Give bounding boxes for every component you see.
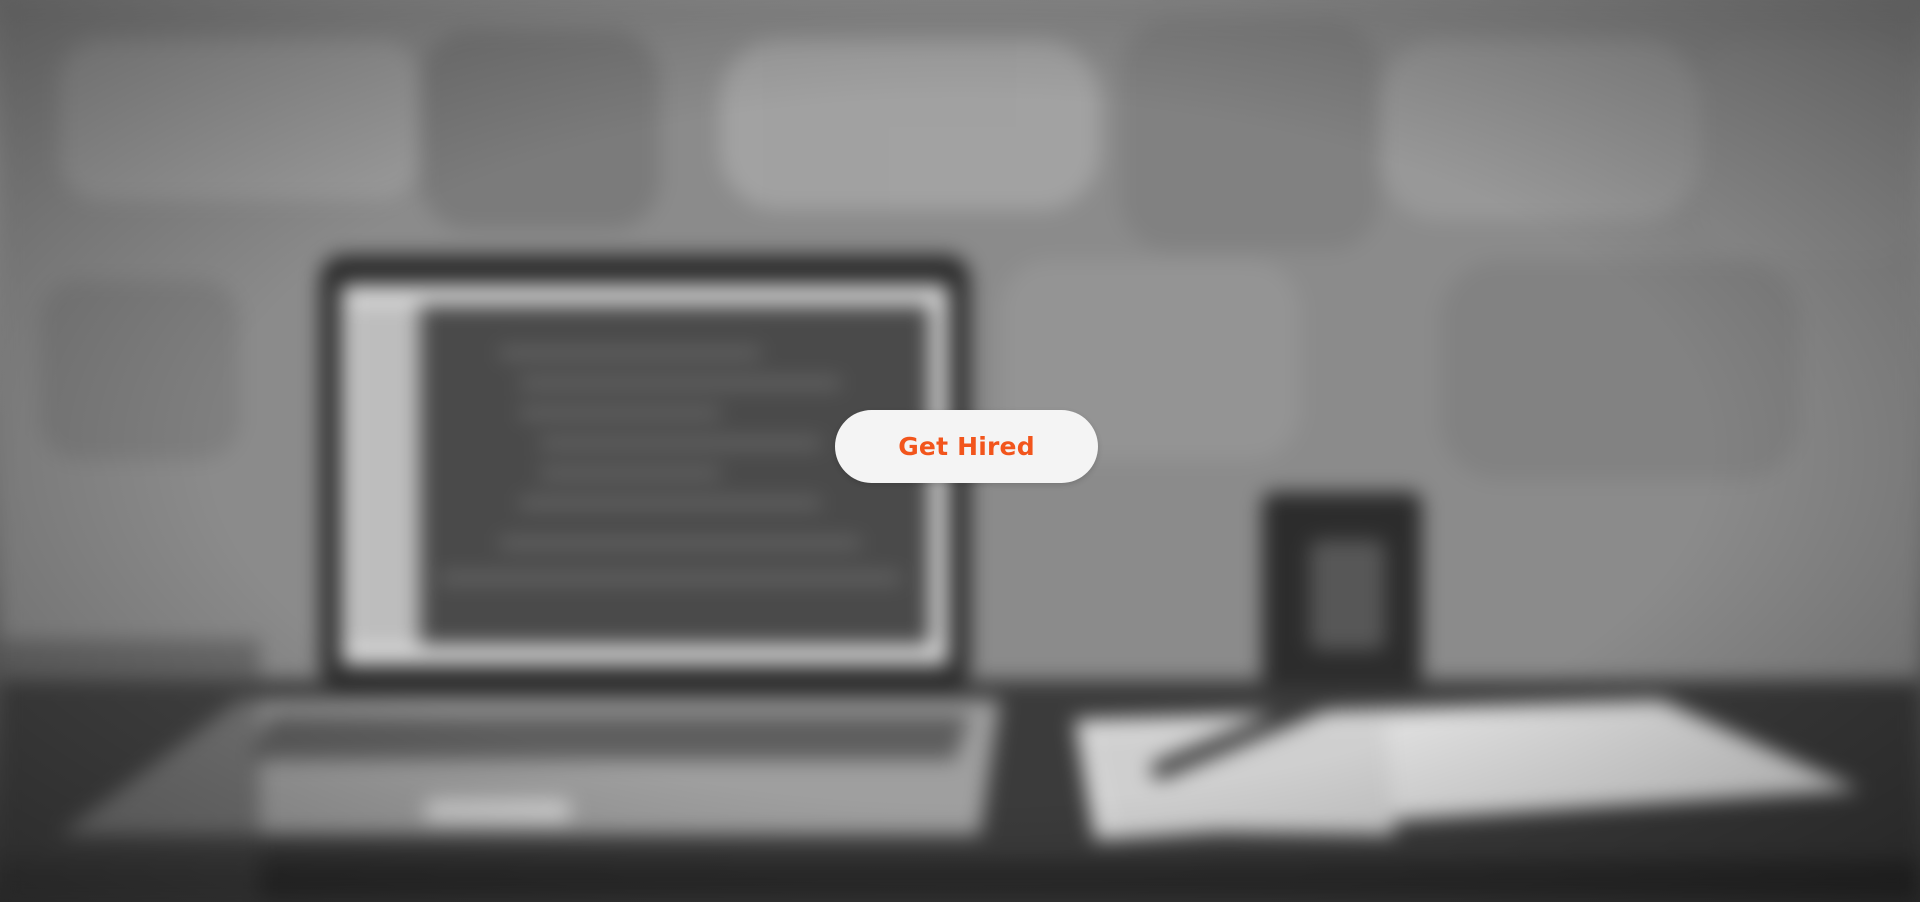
hero-section: Get Hired: [0, 0, 1920, 902]
get-hired-button[interactable]: Get Hired: [835, 410, 1098, 483]
